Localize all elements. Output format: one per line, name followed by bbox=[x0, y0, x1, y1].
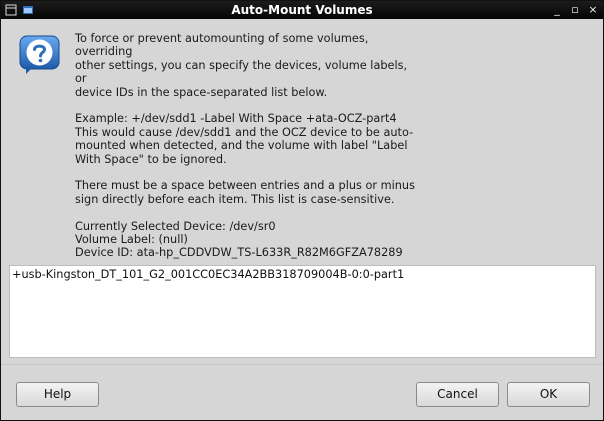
device-id-text: Device ID: ata-hp_CDDVDW_TS-L633R_R82M6G… bbox=[75, 246, 403, 260]
intro-text: To force or prevent automounting of some… bbox=[75, 32, 408, 99]
help-button[interactable]: Help bbox=[16, 382, 99, 407]
rules-text: There must be a space between entries an… bbox=[75, 179, 415, 206]
question-icon bbox=[18, 34, 61, 76]
example-text: Example: +/dev/sdd1 -Label With Space +a… bbox=[75, 112, 414, 166]
volume-label-text: Volume Label: (null) bbox=[75, 233, 188, 247]
close-button[interactable]: × bbox=[587, 2, 599, 18]
dialog-window: Auto-Mount Volumes _ ▫ × To force or pre… bbox=[0, 0, 604, 421]
maximize-button[interactable]: ▫ bbox=[569, 2, 581, 18]
dialog-message: To force or prevent automounting of some… bbox=[75, 32, 415, 260]
window-title: Auto-Mount Volumes bbox=[231, 3, 373, 17]
minimize-button[interactable]: _ bbox=[551, 2, 563, 18]
cancel-button[interactable]: Cancel bbox=[416, 382, 499, 407]
current-device-text: Currently Selected Device: /dev/sr0 bbox=[75, 219, 276, 233]
button-divider bbox=[1, 364, 603, 365]
titlebar[interactable]: Auto-Mount Volumes _ ▫ × bbox=[1, 1, 603, 19]
device-list-input[interactable]: +usb-Kingston_DT_101_G2_001CC0EC34A2BB31… bbox=[9, 265, 596, 358]
ok-button[interactable]: OK bbox=[507, 382, 590, 407]
titlebar-controls: _ ▫ × bbox=[551, 2, 599, 18]
